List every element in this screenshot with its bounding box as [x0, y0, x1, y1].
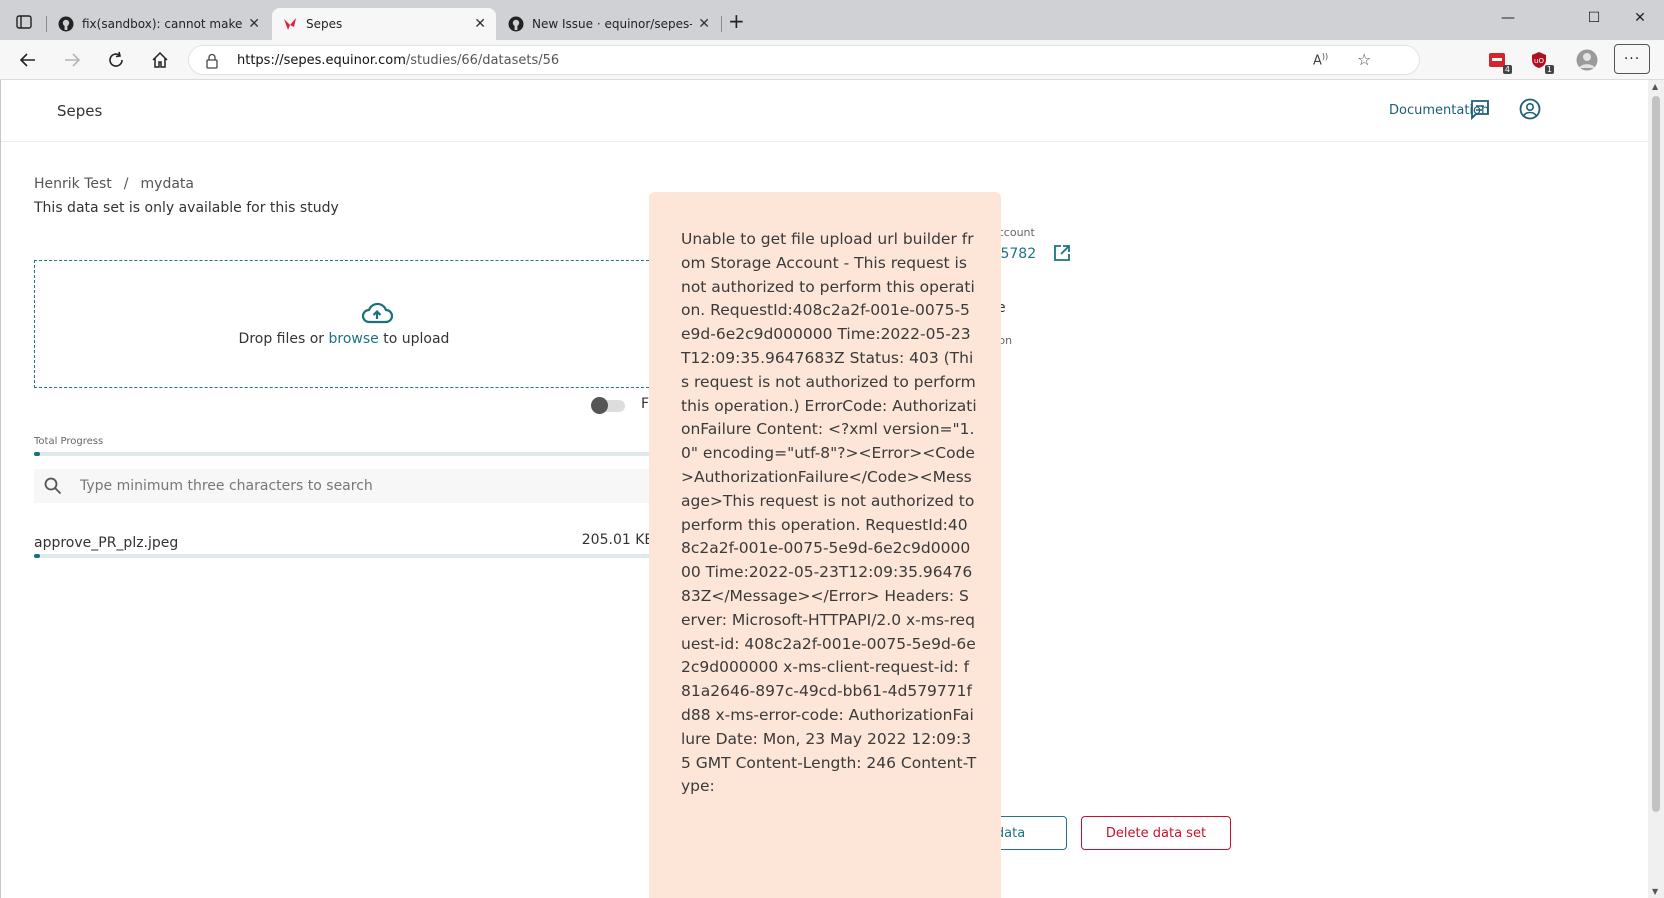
availability-note: This data set is only available for this…	[34, 200, 339, 216]
browse-link[interactable]: browse	[329, 331, 379, 347]
minimize-button[interactable]: —	[1498, 10, 1518, 26]
tab-close-icon[interactable]: ✕	[698, 16, 710, 32]
tab-separator	[46, 16, 47, 32]
tab-actions-icon[interactable]	[16, 14, 32, 33]
tab-close-icon[interactable]: ✕	[474, 16, 486, 32]
extension-badge: 4	[1502, 65, 1512, 74]
breadcrumb: Henrik Test / mydata	[34, 176, 194, 192]
url-field[interactable]: https://sepes.equinor.com/studies/66/dat…	[188, 45, 1420, 75]
total-progress-bar	[34, 452, 654, 456]
external-link-icon[interactable]	[1053, 244, 1071, 266]
app-logo[interactable]: Sepes	[57, 102, 102, 120]
sepes-logo-icon	[282, 16, 298, 32]
extension-badge: 1	[1544, 65, 1554, 74]
address-bar: https://sepes.equinor.com/studies/66/dat…	[0, 40, 1664, 80]
cloud-upload-icon	[360, 301, 394, 329]
dropzone-text: Drop files or browse to upload	[35, 331, 653, 347]
total-progress-fill	[34, 452, 41, 456]
breadcrumb-separator: /	[123, 176, 129, 192]
close-window-button[interactable]: ✕	[1630, 10, 1650, 26]
delete-dataset-button[interactable]: Delete data set	[1081, 816, 1231, 850]
maximize-button[interactable]: ☐	[1584, 10, 1604, 26]
file-search	[34, 469, 654, 503]
tab-title: Sepes	[306, 17, 343, 31]
search-icon	[44, 477, 62, 499]
error-tooltip: Unable to get file upload url builder fr…	[649, 192, 1001, 898]
tab-github-issue[interactable]: New Issue · equinor/sepes-web ✕	[498, 8, 720, 40]
dropzone-suffix: to upload	[383, 331, 450, 347]
account-icon[interactable]	[1519, 98, 1541, 124]
new-tab-button[interactable]: +	[728, 9, 745, 33]
refresh-icon[interactable]	[104, 48, 128, 72]
file-size: 205.01 KB	[581, 532, 654, 548]
file-name: approve_PR_plz.jpeg	[34, 535, 179, 551]
toggle-knob	[591, 397, 608, 414]
scroll-thumb[interactable]	[1652, 96, 1660, 812]
sepes-app: Sepes Documentation Henrik Test / mydata T…	[0, 80, 1648, 898]
upload-dropzone[interactable]: Drop files or browse to upload	[34, 260, 654, 388]
github-icon	[58, 16, 74, 32]
dropzone-prefix: Drop files or	[238, 331, 325, 347]
search-input[interactable]	[80, 474, 640, 498]
profile-avatar[interactable]	[1576, 49, 1598, 71]
tab-title: fix(sandbox): cannot make datas	[82, 17, 243, 31]
ublock-icon[interactable]: uO 1	[1528, 50, 1554, 74]
scroll-up-arrow[interactable]: ▲	[1652, 82, 1658, 91]
read-aloud-icon[interactable]: A))	[1313, 52, 1328, 68]
github-icon	[508, 16, 524, 32]
page-scrollbar[interactable]: ▲ ▼	[1648, 80, 1664, 898]
lock-icon	[205, 53, 219, 73]
breadcrumb-dataset: mydata	[140, 176, 194, 192]
url-text: https://sepes.equinor.com/studies/66/dat…	[237, 53, 560, 68]
tab-separator	[721, 16, 722, 32]
toggle-label: F	[641, 396, 650, 412]
file-progress-fill	[34, 554, 41, 558]
forward-icon[interactable]	[60, 48, 84, 72]
breadcrumb-study[interactable]: Henrik Test	[34, 176, 112, 192]
tab-close-icon[interactable]: ✕	[248, 16, 260, 32]
app-header: Sepes Documentation	[1, 80, 1648, 142]
back-icon[interactable]	[16, 48, 40, 72]
total-progress-label: Total Progress	[34, 436, 104, 447]
extension-icon[interactable]: 4	[1486, 50, 1512, 74]
file-row: approve_PR_plz.jpeg 205.01 KB	[34, 532, 654, 558]
home-icon[interactable]	[148, 48, 172, 72]
file-progress-bar	[34, 554, 654, 558]
feedback-icon[interactable]	[1469, 98, 1491, 124]
scroll-down-arrow[interactable]: ▼	[1652, 887, 1658, 896]
svg-text:uO: uO	[1534, 57, 1544, 65]
tab-title: New Issue · equinor/sepes-web	[532, 17, 692, 31]
favorite-star-icon[interactable]: ☆	[1357, 50, 1371, 69]
toggle-switch[interactable]	[591, 397, 625, 414]
tab-strip: fix(sandbox): cannot make datas ✕ Sepes …	[0, 0, 1664, 40]
tab-github-pr[interactable]: fix(sandbox): cannot make datas ✕	[48, 8, 270, 40]
settings-more-icon[interactable]: ···	[1614, 44, 1650, 74]
tab-sepes[interactable]: Sepes ✕	[272, 8, 496, 40]
